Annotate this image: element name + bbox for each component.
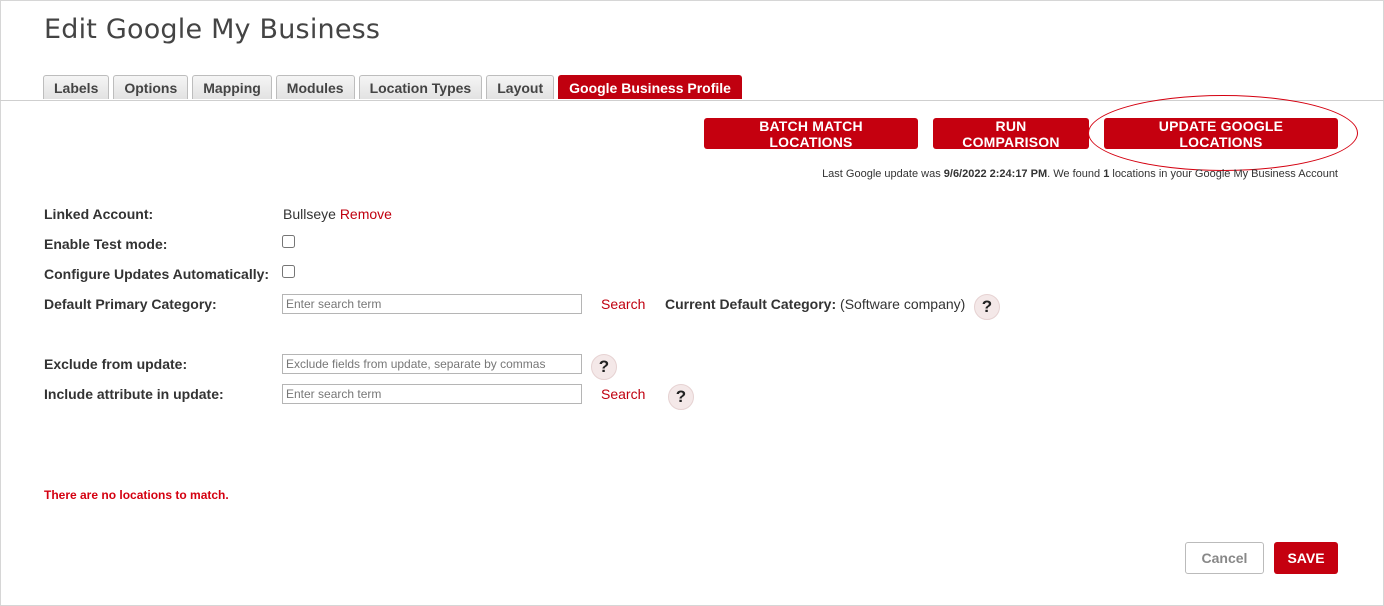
tab-location-types[interactable]: Location Types	[358, 75, 483, 99]
include-label: Include attribute in update:	[44, 386, 224, 402]
primary-category-search-link[interactable]: Search	[601, 296, 645, 312]
cancel-button[interactable]: Cancel	[1185, 542, 1264, 574]
include-attribute-input[interactable]	[282, 384, 582, 404]
tab-google-business-profile[interactable]: Google Business Profile	[558, 75, 742, 99]
run-comparison-button[interactable]: RUN COMPARISON	[933, 118, 1089, 150]
primary-category-label: Default Primary Category:	[44, 296, 217, 312]
last-update-date: 9/6/2022 2:24:17 PM	[943, 168, 1048, 180]
tab-bar: Labels Options Mapping Modules Location …	[43, 75, 746, 100]
help-icon-include[interactable]: ?	[668, 384, 694, 410]
current-category-value: (Software company)	[840, 296, 966, 312]
current-default-category: Current Default Category: (Software comp…	[665, 296, 965, 312]
batch-match-locations-button[interactable]: BATCH MATCH LOCATIONS	[704, 118, 918, 150]
tab-divider	[0, 100, 1384, 101]
remove-link[interactable]: Remove	[340, 206, 392, 222]
exclude-label: Exclude from update:	[44, 356, 188, 372]
last-update-status: Last Google update was 9/6/2022 2:24:17 …	[822, 168, 1338, 180]
current-category-label: Current Default Category:	[665, 296, 837, 312]
save-button[interactable]: SAVE	[1274, 542, 1338, 574]
tab-mapping[interactable]: Mapping	[192, 75, 272, 99]
tab-layout[interactable]: Layout	[486, 75, 555, 99]
page-title: Edit Google My Business	[44, 14, 381, 45]
primary-category-input[interactable]	[282, 294, 582, 314]
auto-updates-checkbox[interactable]	[282, 265, 295, 278]
tab-labels[interactable]: Labels	[43, 75, 110, 99]
test-mode-checkbox[interactable]	[282, 235, 295, 248]
update-google-locations-button[interactable]: UPDATE GOOGLE LOCATIONS	[1104, 118, 1338, 150]
include-attribute-search-link[interactable]: Search	[601, 386, 645, 402]
test-mode-label: Enable Test mode:	[44, 236, 168, 252]
exclude-fields-input[interactable]	[282, 354, 582, 374]
tab-options[interactable]: Options	[113, 75, 189, 99]
help-icon-exclude[interactable]: ?	[591, 354, 617, 380]
no-locations-message: There are no locations to match.	[44, 488, 229, 502]
help-icon-category[interactable]: ?	[974, 294, 1000, 320]
linked-account-label: Linked Account:	[44, 206, 154, 222]
auto-updates-label: Configure Updates Automatically:	[44, 266, 270, 282]
linked-account-value: Bullseye Remove	[283, 206, 392, 222]
tab-modules[interactable]: Modules	[275, 75, 355, 99]
